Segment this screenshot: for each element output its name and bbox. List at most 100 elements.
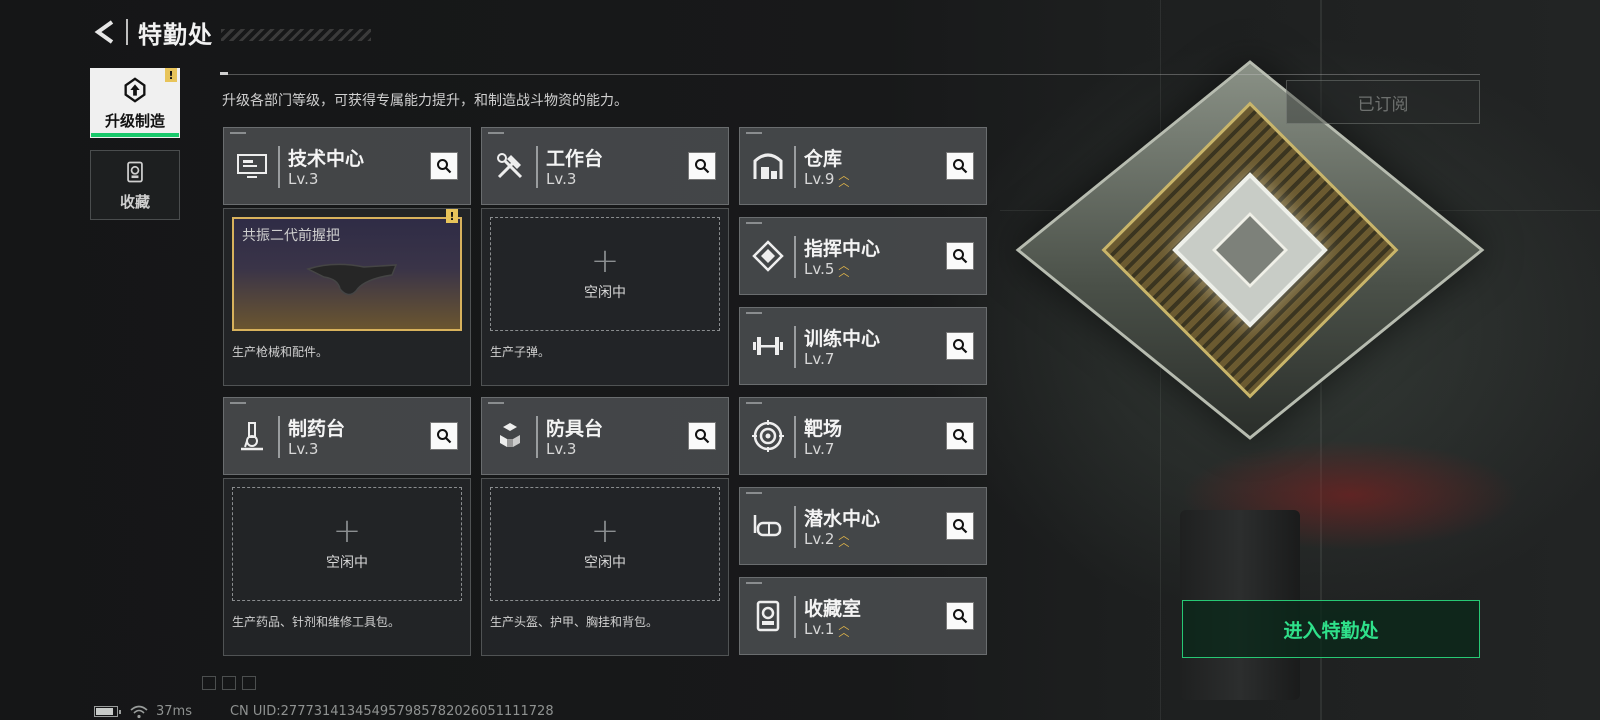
station-level: Lv.3 [546,170,577,188]
production-slot-active[interactable]: 共振二代前握把 [232,217,462,331]
back-arrow-icon[interactable] [92,19,118,45]
station-name: 潜水中心 [804,508,881,530]
search-button[interactable] [688,152,716,180]
search-icon [437,429,452,444]
station-level: Lv.2 ︿ ︿ [804,529,850,549]
station-name: 靶场 [804,418,843,440]
upgrade-available-icon: ︿ ︿ [838,259,850,279]
search-button[interactable] [430,422,458,450]
station-name: 工作台 [546,148,604,170]
diving-mask-icon [748,506,788,546]
search-button[interactable] [688,422,716,450]
uid-label: CN UID:277731413454957985782026051111728 [229,704,554,719]
active-tab-indicator [91,133,179,137]
station-card-collection-room[interactable]: 收藏室 Lv.1 ︿ ︿ [739,577,987,655]
production-panel-tech-center: 共振二代前握把 ! 生产枪械和配件。 [223,208,471,386]
search-icon [953,159,968,174]
tab-collection[interactable]: 收藏 [90,150,180,220]
production-description: 生产头盔、护甲、胸挂和背包。 [490,615,659,629]
station-level: Lv.1 ︿ ︿ [804,619,850,639]
station-card-workbench[interactable]: 工作台 Lv.3 [481,127,729,205]
upgrade-available-icon: ︿ ︿ [838,529,850,549]
station-name: 制药台 [288,418,346,440]
station-name: 技术中心 [288,148,365,170]
dumbbell-icon [748,326,788,366]
search-icon [695,429,710,444]
station-card-shooting-range[interactable]: 靶场 Lv.7 [739,397,987,475]
station-card-diving-center[interactable]: 潜水中心 Lv.2 ︿ ︿ [739,487,987,565]
slot-status: 空闲中 [584,555,626,571]
production-panel-workbench: + 空闲中 生产子弹。 [481,208,729,386]
station-level: Lv.3 [546,440,577,458]
production-slot-idle[interactable]: + 空闲中 [490,487,720,601]
title-decoration [221,29,371,41]
search-icon [437,159,452,174]
station-level: Lv.9 ︿ ︿ [804,169,850,189]
foregrip-item-image [305,263,398,296]
command-icon [748,236,788,276]
bottom-decoration [202,676,256,690]
wifi-icon [130,705,148,718]
monitor-icon [232,146,272,186]
station-card-warehouse[interactable]: 仓库 Lv.9 ︿ ︿ [739,127,987,205]
collection-icon [127,161,143,182]
station-card-tech-center[interactable]: 技术中心 Lv.3 [223,127,471,205]
station-level: Lv.5 ︿ ︿ [804,259,850,279]
search-icon [953,429,968,444]
station-name: 指挥中心 [804,238,881,260]
add-icon: + [590,511,620,551]
upgrade-icon [124,76,146,103]
divider-mark [220,72,228,75]
add-icon: + [590,241,620,281]
search-button[interactable] [946,152,974,180]
production-slot-idle[interactable]: + 空闲中 [490,217,720,331]
station-level: Lv.7 [804,350,835,368]
target-icon [748,416,788,456]
station-name: 收藏室 [804,598,862,620]
station-name: 防具台 [546,418,604,440]
tools-icon [490,146,530,186]
crafting-item-name: 共振二代前握把 [242,228,340,244]
alert-badge: ! [165,68,177,82]
page-title: 特勤处 [138,20,213,49]
tab-label: 收藏 [119,192,150,211]
station-level: Lv.3 [288,170,319,188]
enter-special-ops-button[interactable]: 进入特勤处 [1182,600,1480,658]
search-button[interactable] [946,242,974,270]
tab-upgrade-manufacture[interactable]: 升级制造 ! [90,68,180,138]
battery-icon [94,706,121,717]
production-slot-idle[interactable]: + 空闲中 [232,487,462,601]
search-button[interactable] [430,152,458,180]
production-description: 生产枪械和配件。 [232,345,329,359]
production-description: 生产子弹。 [490,345,551,359]
slot-status: 空闲中 [326,555,368,571]
search-button[interactable] [946,512,974,540]
status-bar: 37ms CN UID:2777314134549579857820260511… [94,704,554,719]
search-button[interactable] [946,602,974,630]
search-icon [953,609,968,624]
cubes-icon [490,416,530,456]
search-button[interactable] [946,422,974,450]
search-icon [953,339,968,354]
page-header: 特勤处 [92,14,371,50]
search-icon [953,249,968,264]
station-card-training-center[interactable]: 训练中心 Lv.7 [739,307,987,385]
alert-badge: ! [446,209,458,223]
search-icon [953,519,968,534]
ping-value: 37ms [156,704,192,719]
station-name: 训练中心 [804,328,881,350]
collection-icon [748,596,788,636]
warehouse-icon [748,146,788,186]
search-icon [695,159,710,174]
production-panel-pharmacy: + 空闲中 生产药品、针剂和维修工具包。 [223,478,471,656]
station-level: Lv.3 [288,440,319,458]
station-card-pharmacy[interactable]: 制药台 Lv.3 [223,397,471,475]
search-button[interactable] [946,332,974,360]
slot-status: 空闲中 [584,285,626,301]
production-panel-armor-bench: + 空闲中 生产头盔、护甲、胸挂和背包。 [481,478,729,656]
upgrade-available-icon: ︿ ︿ [838,619,850,639]
add-icon: + [332,511,362,551]
station-card-armor-bench[interactable]: 防具台 Lv.3 [481,397,729,475]
station-card-command-center[interactable]: 指挥中心 Lv.5 ︿ ︿ [739,217,987,295]
subscribed-button[interactable]: 已订阅 [1286,80,1480,124]
